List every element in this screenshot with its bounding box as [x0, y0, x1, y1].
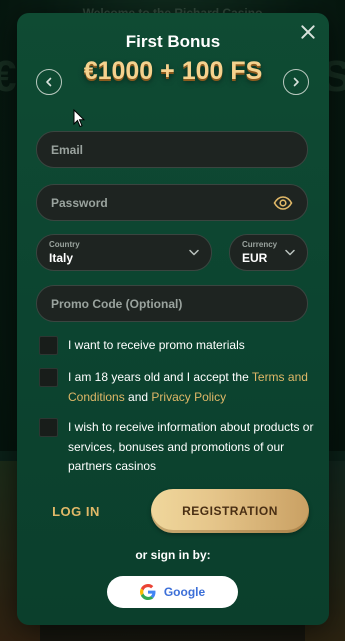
promo-materials-row: I want to receive promo materials: [39, 336, 315, 356]
currency-select[interactable]: Currency EUR: [229, 234, 308, 271]
password-field[interactable]: [36, 184, 308, 221]
age-terms-row: I am 18 years old and I accept the Terms…: [39, 368, 315, 407]
age-terms-and: and: [124, 389, 152, 404]
bonus-title: First Bonus: [125, 32, 221, 51]
google-sign-in-button[interactable]: Google: [107, 576, 238, 608]
country-select[interactable]: Country Italy: [36, 234, 212, 271]
bonus-amount: €1000 + 100 FS: [83, 57, 263, 85]
next-bonus-button[interactable]: [283, 69, 309, 95]
partners-info-checkbox[interactable]: [39, 418, 58, 437]
currency-value: EUR: [242, 251, 268, 265]
registration-modal: First Bonus €1000 + 100 FS Country Italy…: [17, 13, 329, 625]
email-field[interactable]: [36, 131, 308, 168]
chevron-right-icon: [293, 77, 299, 87]
chevron-left-icon: [46, 77, 52, 87]
or-sign-in-text: or sign in by:: [135, 548, 211, 562]
promo-code-input[interactable]: [37, 286, 307, 321]
login-button[interactable]: LOG IN: [35, 489, 117, 533]
country-label: Country: [49, 240, 80, 249]
google-icon: [139, 584, 156, 600]
age-terms-label: I am 18 years old and I accept the Terms…: [68, 368, 315, 407]
promo-code-field[interactable]: [36, 285, 308, 322]
promo-materials-label: I want to receive promo materials: [68, 338, 245, 352]
email-input[interactable]: [37, 132, 307, 167]
privacy-policy-link[interactable]: Privacy Policy: [151, 390, 226, 404]
partners-info-label: I wish to receive information about prod…: [68, 420, 314, 473]
partners-info-row: I wish to receive information about prod…: [39, 418, 315, 477]
age-terms-prefix: I am 18 years old and I accept the: [68, 370, 252, 384]
currency-label: Currency: [242, 240, 278, 249]
google-label: Google: [163, 585, 206, 599]
password-input[interactable]: [37, 185, 307, 220]
registration-button[interactable]: REGISTRATION: [151, 489, 309, 533]
eye-icon[interactable]: [273, 195, 293, 211]
country-value: Italy: [49, 251, 74, 265]
chevron-down-icon: [189, 249, 199, 256]
age-terms-checkbox[interactable]: [39, 368, 58, 387]
promo-materials-checkbox[interactable]: [39, 336, 58, 355]
chevron-down-icon: [285, 249, 295, 256]
previous-bonus-button[interactable]: [36, 69, 62, 95]
